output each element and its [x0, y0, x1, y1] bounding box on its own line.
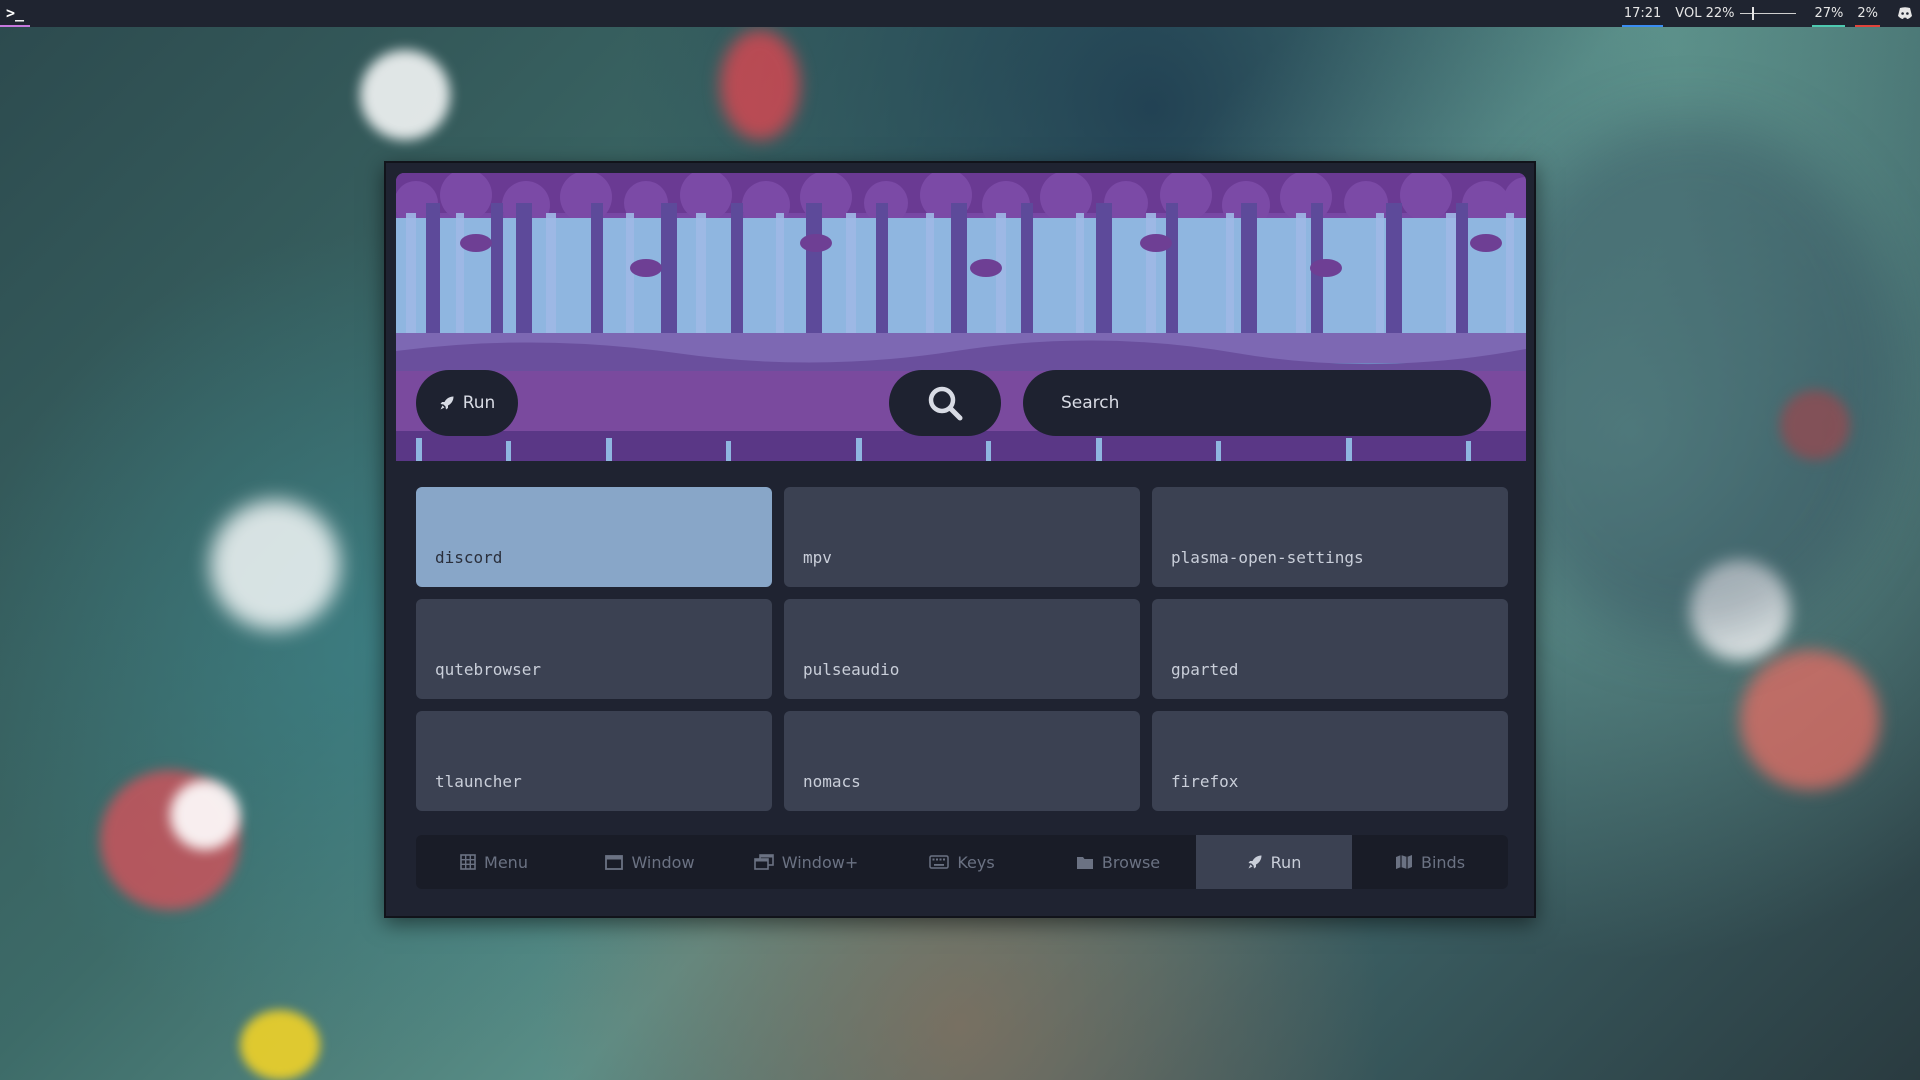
wallpaper-bokeh: [100, 770, 240, 910]
tab-label: Menu: [484, 852, 528, 872]
cpu-underline: [1812, 25, 1846, 27]
app-grid: discord mpv plasma-open-settings qutebro…: [416, 487, 1508, 811]
wallpaper-bokeh: [170, 780, 240, 850]
status-area: 17:21 VOL 22% 27% 2%: [1614, 0, 1920, 27]
wallpaper-bokeh: [240, 1010, 320, 1080]
tab-keys[interactable]: Keys: [884, 835, 1040, 889]
tab-binds[interactable]: Binds: [1352, 835, 1508, 889]
mem-indicator: 2%: [1853, 0, 1882, 27]
mode-label: Run: [462, 393, 496, 413]
search-input[interactable]: [1061, 393, 1491, 413]
app-label: firefox: [1171, 772, 1239, 791]
cpu-indicator: 27%: [1810, 0, 1847, 27]
wallpaper-bokeh: [1480, 120, 1900, 640]
app-tile-tlauncher[interactable]: tlauncher: [416, 711, 772, 811]
tab-browse[interactable]: Browse: [1040, 835, 1196, 889]
app-tile-pulseaudio[interactable]: pulseaudio: [784, 599, 1140, 699]
window-icon: [605, 854, 624, 870]
clock: 17:21: [1620, 0, 1665, 27]
app-launcher-window: Run discord mpv plasma-open-settings qut…: [384, 161, 1536, 918]
keyboard-icon: [929, 855, 950, 869]
grid-icon: [460, 854, 476, 870]
cpu-text: 27%: [1814, 6, 1844, 21]
tab-window[interactable]: Window: [572, 835, 728, 889]
app-label: plasma-open-settings: [1171, 548, 1364, 567]
app-tile-plasma-open-settings[interactable]: plasma-open-settings: [1152, 487, 1508, 587]
terminal-icon[interactable]: >_: [0, 0, 30, 27]
tab-label: Window+: [781, 852, 859, 872]
app-tile-mpv[interactable]: mpv: [784, 487, 1140, 587]
clock-text: 17:21: [1623, 6, 1662, 21]
volume-indicator[interactable]: VOL 22%: [1671, 0, 1804, 27]
app-label: mpv: [803, 548, 832, 567]
mode-tab-bar: Menu Window Window+ Keys Browse Run Bind…: [416, 835, 1508, 889]
wallpaper-bokeh: [1740, 650, 1880, 790]
volume-slider-knob[interactable]: [1752, 7, 1755, 20]
volume-slider[interactable]: [1740, 7, 1797, 20]
wallpaper-bokeh: [360, 50, 450, 140]
mem-underline: [1855, 25, 1880, 27]
clock-underline: [1621, 25, 1664, 27]
mem-text: 2%: [1857, 6, 1878, 21]
app-label: pulseaudio: [803, 660, 900, 679]
rocket-icon: [440, 396, 454, 410]
rocket-icon: [1248, 855, 1262, 869]
wallpaper-bokeh: [210, 500, 340, 630]
mode-indicator[interactable]: Run: [416, 370, 518, 436]
search-button[interactable]: [889, 370, 1001, 436]
tab-label: Window: [631, 852, 695, 872]
tab-label: Run: [1270, 852, 1302, 872]
app-tile-gparted[interactable]: gparted: [1152, 599, 1508, 699]
app-tile-discord[interactable]: discord: [416, 487, 772, 587]
app-label: gparted: [1171, 660, 1239, 679]
tab-window-plus[interactable]: Window+: [728, 835, 884, 889]
app-label: discord: [435, 548, 503, 567]
app-tile-qutebrowser[interactable]: qutebrowser: [416, 599, 772, 699]
tab-label: Binds: [1420, 852, 1466, 872]
map-icon: [1395, 855, 1412, 869]
wallpaper-bokeh: [1780, 390, 1850, 460]
search-field[interactable]: [1023, 370, 1491, 436]
volume-text: VOL 22%: [1675, 6, 1735, 21]
app-tile-nomacs[interactable]: nomacs: [784, 711, 1140, 811]
wallpaper-bokeh: [1690, 560, 1790, 660]
folder-icon: [1076, 856, 1093, 869]
windows-icon: [753, 854, 774, 870]
tab-run[interactable]: Run: [1196, 835, 1352, 889]
discord-tray-icon[interactable]: [1890, 0, 1920, 27]
tab-menu[interactable]: Menu: [416, 835, 572, 889]
app-tile-firefox[interactable]: firefox: [1152, 711, 1508, 811]
app-label: tlauncher: [435, 772, 522, 791]
app-label: nomacs: [803, 772, 861, 791]
wallpaper-bokeh: [720, 30, 800, 140]
top-bar: >_ 17:21 VOL 22% 27% 2%: [0, 0, 1920, 27]
app-label: qutebrowser: [435, 660, 541, 679]
launcher-banner: Run: [396, 173, 1526, 461]
tab-label: Browse: [1101, 852, 1161, 872]
tab-label: Keys: [957, 852, 995, 872]
search-icon: [928, 386, 963, 421]
